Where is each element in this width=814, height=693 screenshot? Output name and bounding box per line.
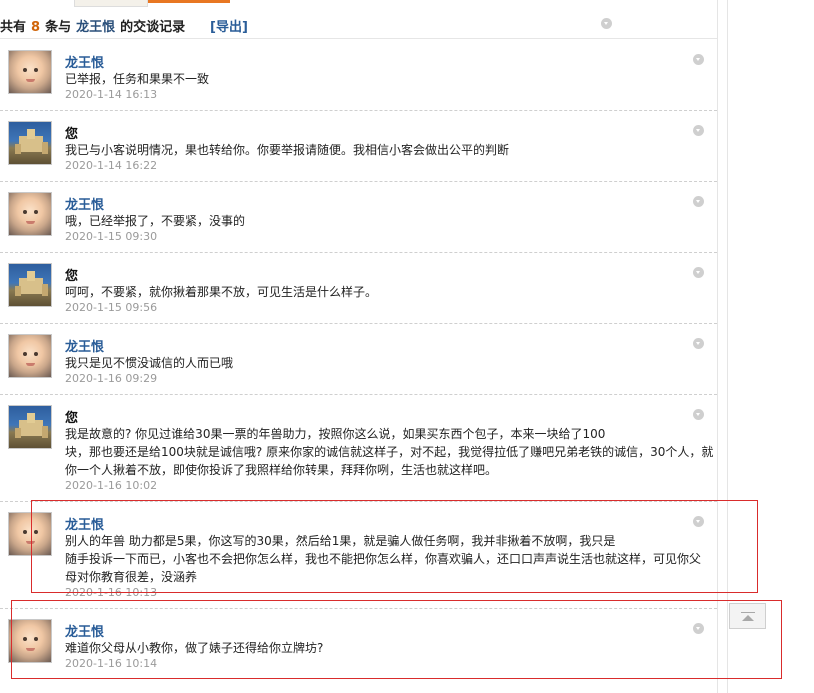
message-item: 龙王恨 我只是见不惯没诚信的人而已哦 2020-1-16 09:29: [0, 334, 717, 395]
avatar[interactable]: [8, 121, 52, 165]
header-divider: [0, 38, 717, 39]
highlight-box: [31, 500, 758, 593]
message-time: 2020-1-15 09:56: [65, 301, 158, 314]
message-time: 2020-1-14 16:13: [65, 88, 158, 101]
message-line: 已举报，任务和果果不一致: [65, 72, 210, 86]
export-link[interactable]: [导出]: [210, 16, 248, 35]
message-line: 呵呵，不要紧，就你揪着那果不放，可见生活是什么样子。: [65, 285, 378, 299]
message-divider: [0, 110, 717, 111]
message-time: 2020-1-15 09:30: [65, 230, 158, 243]
highlight-box: [11, 600, 782, 679]
message-line: 哦，已经举报了，不要紧，没事的: [65, 214, 246, 228]
message-body: 哦，已经举报了，不要紧，没事的: [65, 212, 710, 230]
message-item: 您 我已与小客说明情况，果也转给你。你要举报请随便。我相信小客会做出公平的判断 …: [0, 121, 717, 182]
back-to-top-button[interactable]: [729, 603, 766, 629]
message-item: 龙王恨 哦，已经举报了，不要紧，没事的 2020-1-15 09:30: [0, 192, 717, 253]
message-body: 我已与小客说明情况，果也转给你。你要举报请随便。我相信小客会做出公平的判断: [65, 141, 710, 159]
tab-active-indicator[interactable]: [148, 0, 230, 3]
message-item: 您 呵呵，不要紧，就你揪着那果不放，可见生活是什么样子。 2020-1-15 0…: [0, 263, 717, 324]
header-summary: 共有 8 条与 龙王恨 的交谈记录: [0, 16, 185, 35]
avatar[interactable]: [8, 192, 52, 236]
sender-name[interactable]: 龙王恨: [65, 52, 104, 71]
partner-name[interactable]: 龙王恨: [76, 20, 115, 35]
header-prefix: 共有: [0, 20, 27, 35]
header-options-icon[interactable]: [601, 18, 612, 29]
message-count: 8: [31, 20, 41, 35]
message-divider: [0, 394, 717, 395]
message-divider: [0, 252, 717, 253]
arrow-up-icon: [742, 615, 754, 621]
message-line: 我是故意的? 你见过谁给30果一票的年兽助力，按照你这么说，如果买东西个包子，本…: [65, 427, 606, 441]
message-time: 2020-1-14 16:22: [65, 159, 158, 172]
message-options-icon[interactable]: [693, 125, 704, 136]
top-tabs: [0, 0, 240, 7]
message-body: 我是故意的? 你见过谁给30果一票的年兽助力，按照你这么说，如果买东西个包子，本…: [65, 425, 714, 479]
tab-inactive[interactable]: [74, 0, 148, 7]
sender-name: 您: [65, 127, 79, 142]
message-body: 已举报，任务和果果不一致: [65, 70, 710, 88]
message-divider: [0, 323, 717, 324]
message-body: 呵呵，不要紧，就你揪着那果不放，可见生活是什么样子。: [65, 283, 710, 301]
message-item: 龙王恨 已举报，任务和果果不一致 2020-1-14 16:13: [0, 50, 717, 111]
conversation-header: 共有 8 条与 龙王恨 的交谈记录 [导出]: [0, 12, 717, 36]
message-options-icon[interactable]: [693, 54, 704, 65]
avatar[interactable]: [8, 263, 52, 307]
avatar[interactable]: [8, 405, 52, 449]
message-line: 你一个人揪着不放，即使你投诉了我照样给你转果，拜拜你咧，生活也就这样吧。: [65, 463, 498, 477]
message-body: 我只是见不惯没诚信的人而已哦: [65, 354, 710, 372]
back-to-top-icon: [741, 612, 755, 613]
avatar[interactable]: [8, 334, 52, 378]
sender-name: 您: [65, 411, 79, 426]
header-middle: 条与: [45, 20, 72, 35]
message-line: 块，那也要还是给100块就是诚信哦? 原来你家的诚信就这样子，对不起，我觉得拉低…: [65, 445, 714, 459]
message-options-icon[interactable]: [693, 409, 704, 420]
sender-name[interactable]: 龙王恨: [65, 194, 104, 213]
sender-name: 您: [65, 269, 79, 284]
message-line: 我只是见不惯没诚信的人而已哦: [65, 356, 234, 370]
message-divider: [0, 181, 717, 182]
message-time: 2020-1-16 09:29: [65, 372, 158, 385]
message-options-icon[interactable]: [693, 267, 704, 278]
message-time: 2020-1-16 10:02: [65, 479, 158, 492]
header-suffix: 的交谈记录: [120, 20, 186, 35]
sender-name[interactable]: 龙王恨: [65, 336, 104, 355]
message-item: 您 我是故意的? 你见过谁给30果一票的年兽助力，按照你这么说，如果买东西个包子…: [0, 405, 717, 502]
message-line: 我已与小客说明情况，果也转给你。你要举报请随便。我相信小客会做出公平的判断: [65, 143, 510, 157]
message-options-icon[interactable]: [693, 338, 704, 349]
message-options-icon[interactable]: [693, 196, 704, 207]
avatar[interactable]: [8, 50, 52, 94]
